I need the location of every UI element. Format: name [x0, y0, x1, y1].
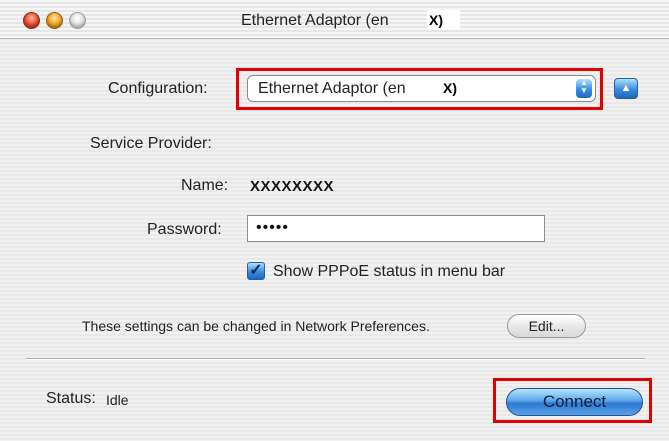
title-bar[interactable]: Ethernet Adaptor (en X): [0, 0, 669, 39]
status-label: Status:: [46, 390, 96, 407]
connect-button[interactable]: Connect: [506, 388, 643, 416]
edit-button[interactable]: Edit...: [507, 314, 586, 338]
configuration-value: Ethernet Adaptor (en: [258, 80, 406, 97]
window-title-redacted: X): [429, 12, 443, 28]
divider: [26, 358, 645, 360]
settings-note: These settings can be changed in Network…: [82, 318, 430, 334]
configuration-value-redacted: X): [443, 80, 457, 96]
show-status-label[interactable]: Show PPPoE status in menu bar: [273, 263, 505, 281]
password-label: Password:: [147, 221, 222, 238]
zoom-icon[interactable]: [69, 12, 86, 29]
password-field[interactable]: •••••: [247, 215, 545, 242]
service-provider-label: Service Provider:: [90, 135, 212, 152]
configuration-popup[interactable]: Ethernet Adaptor (en X) ▲ ▼: [247, 75, 596, 102]
popup-arrows-icon[interactable]: ▲ ▼: [576, 79, 592, 98]
name-label: Name:: [181, 177, 229, 194]
show-status-checkbox[interactable]: ✓: [247, 262, 265, 280]
configuration-label: Configuration:: [108, 80, 208, 97]
name-value: XXXXXXXX: [250, 178, 335, 195]
collapse-triangle-icon[interactable]: ▲: [614, 78, 638, 99]
ppp-connect-window: Ethernet Adaptor (en X) Configuration: E…: [0, 0, 669, 441]
status-value: Idle: [106, 392, 129, 408]
window-title: Ethernet Adaptor (en: [241, 12, 389, 29]
minimize-icon[interactable]: [46, 12, 63, 29]
close-icon[interactable]: [23, 12, 40, 29]
